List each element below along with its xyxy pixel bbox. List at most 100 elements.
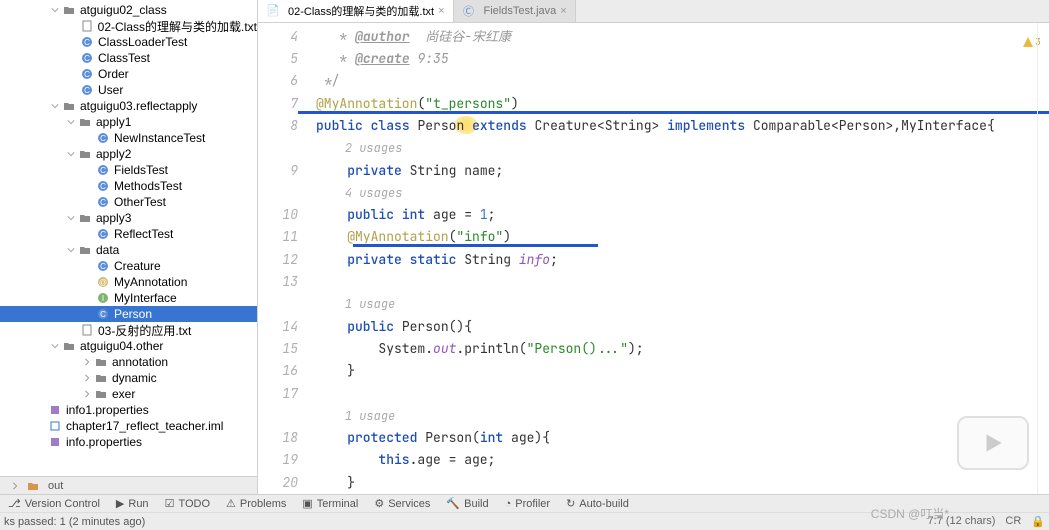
tree-label: apply3 — [96, 211, 131, 225]
line-ending[interactable]: CR — [1005, 515, 1021, 528]
tree-folder[interactable]: dynamic — [0, 370, 257, 386]
svg-text:C: C — [100, 262, 106, 271]
todo-icon: ☑ — [165, 497, 175, 510]
folder-icon — [62, 339, 76, 353]
tree-label: User — [98, 83, 123, 97]
class-icon: C — [80, 67, 94, 81]
file-icon — [80, 323, 94, 337]
tree-label: OtherTest — [114, 195, 166, 209]
chevron-down-icon — [48, 339, 62, 353]
folder-icon — [26, 479, 40, 493]
tree-class[interactable]: C NewInstanceTest — [0, 130, 257, 146]
tab-auto-build[interactable]: ↻Auto-build — [558, 497, 637, 510]
tab-build[interactable]: 🔨Build — [438, 497, 496, 510]
tree-interface[interactable]: IMyInterface — [0, 290, 257, 306]
tree-label: dynamic — [112, 371, 157, 385]
tab-class-file[interactable]: 📄02-Class的理解与类的加载.txt× — [258, 0, 454, 22]
tree-folder[interactable]: atguigu03.reflectapply — [0, 98, 257, 114]
code-area[interactable]: 3 * @author 尚硅谷-宋红康 * @create 9:35 */ @M… — [308, 23, 1049, 494]
svg-text:C: C — [84, 38, 90, 47]
lock-icon[interactable]: 🔒 — [1031, 515, 1045, 528]
chevron-down-icon — [48, 3, 62, 17]
folder-icon — [78, 115, 92, 129]
tree-label: atguigu02_class — [80, 3, 167, 17]
tree-class[interactable]: COrder — [0, 66, 257, 82]
terminal-icon: ▣ — [302, 497, 312, 510]
close-icon[interactable]: × — [438, 5, 444, 17]
code-editor[interactable]: 45678 9 10111213 14151617 181920 3 * @au… — [258, 23, 1049, 494]
tree-folder[interactable]: atguigu02_class — [0, 2, 257, 18]
svg-text:@: @ — [99, 278, 107, 287]
class-icon: C — [96, 227, 110, 241]
tree-file[interactable]: 03-反射的应用.txt — [0, 322, 257, 338]
close-icon[interactable]: × — [560, 5, 566, 17]
tree-folder[interactable]: atguigu04.other — [0, 338, 257, 354]
tab-todo[interactable]: ☑TODO — [157, 497, 218, 510]
class-icon: C — [96, 163, 110, 177]
folder-icon — [62, 99, 76, 113]
tree-folder[interactable]: apply3 — [0, 210, 257, 226]
folder-icon — [94, 355, 108, 369]
tree-class[interactable]: CFieldsTest — [0, 162, 257, 178]
tree-annotation[interactable]: @MyAnnotation — [0, 274, 257, 290]
svg-text:C: C — [100, 230, 106, 239]
svg-text:C: C — [84, 54, 90, 63]
tab-services[interactable]: ⚙Services — [366, 497, 438, 510]
project-tree[interactable]: atguigu02_class 02-Class的理解与类的加载.txt CCl… — [0, 0, 257, 476]
tree-class[interactable]: CClassTest — [0, 50, 257, 66]
svg-text:C: C — [100, 134, 106, 143]
auto-icon: ↻ — [566, 497, 575, 510]
build-icon: 🔨 — [446, 497, 460, 510]
tree-iml[interactable]: chapter17_reflect_teacher.iml — [0, 418, 257, 434]
tree-folder[interactable]: data — [0, 242, 257, 258]
svg-text:C: C — [100, 198, 106, 207]
tree-label: data — [96, 243, 119, 257]
tree-folder[interactable]: apply1 — [0, 114, 257, 130]
tree-class[interactable]: CMethodsTest — [0, 178, 257, 194]
tree-label: chapter17_reflect_teacher.iml — [66, 419, 223, 433]
watermark-text: CSDN @叮当* — [871, 505, 949, 522]
chevron-right-icon — [8, 479, 22, 493]
tree-props[interactable]: info1.properties — [0, 402, 257, 418]
class-icon: C — [96, 179, 110, 193]
folder-icon — [78, 147, 92, 161]
tree-label: info1.properties — [66, 403, 149, 417]
tree-label: atguigu03.reflectapply — [80, 99, 197, 113]
tree-file[interactable]: 02-Class的理解与类的加载.txt — [0, 18, 257, 34]
video-play-overlay[interactable] — [957, 416, 1029, 470]
svg-text:C: C — [84, 86, 90, 95]
tab-terminal[interactable]: ▣Terminal — [294, 497, 366, 510]
tree-class[interactable]: C User — [0, 82, 257, 98]
gutter: 45678 9 10111213 14151617 181920 — [258, 23, 308, 494]
tab-profiler[interactable]: ◔Profiler — [497, 498, 559, 510]
tree-class[interactable]: C OtherTest — [0, 194, 257, 210]
editor-panel: 📄02-Class的理解与类的加载.txt× ⒸFieldsTest.java×… — [258, 0, 1049, 494]
folder-icon — [78, 243, 92, 257]
tree-class-person[interactable]: CPerson — [0, 306, 257, 322]
tree-props[interactable]: info.properties — [0, 434, 257, 450]
tree-label: NewInstanceTest — [114, 131, 205, 145]
tree-label: apply2 — [96, 147, 131, 161]
tab-version-control[interactable]: ⎇Version Control — [0, 497, 108, 510]
tree-class[interactable]: CCreature — [0, 258, 257, 274]
profiler-icon: ◔ — [505, 498, 512, 510]
tab-problems[interactable]: ⚠Problems — [218, 497, 294, 510]
tree-folder[interactable]: annotation — [0, 354, 257, 370]
folder-icon — [62, 3, 76, 17]
tab-fieldstest[interactable]: ⒸFieldsTest.java× — [454, 0, 576, 22]
tree-folder[interactable]: apply2 — [0, 146, 257, 162]
out-label: out — [48, 480, 63, 492]
services-icon: ⚙ — [374, 497, 384, 510]
out-folder-row[interactable]: out — [0, 476, 257, 494]
folder-icon — [94, 371, 108, 385]
status-left: ks passed: 1 (2 minutes ago) — [4, 516, 145, 528]
tree-class[interactable]: CClassLoaderTest — [0, 34, 257, 50]
scrollbar-track[interactable] — [1037, 23, 1049, 494]
tab-run[interactable]: ▶Run — [108, 497, 157, 510]
tree-class[interactable]: CReflectTest — [0, 226, 257, 242]
class-icon: C — [96, 307, 110, 321]
tab-label: FieldsTest.java — [484, 5, 557, 17]
chevron-down-icon — [64, 147, 78, 161]
tree-folder[interactable]: exer — [0, 386, 257, 402]
tree-label: 02-Class的理解与类的加载.txt — [98, 18, 257, 35]
